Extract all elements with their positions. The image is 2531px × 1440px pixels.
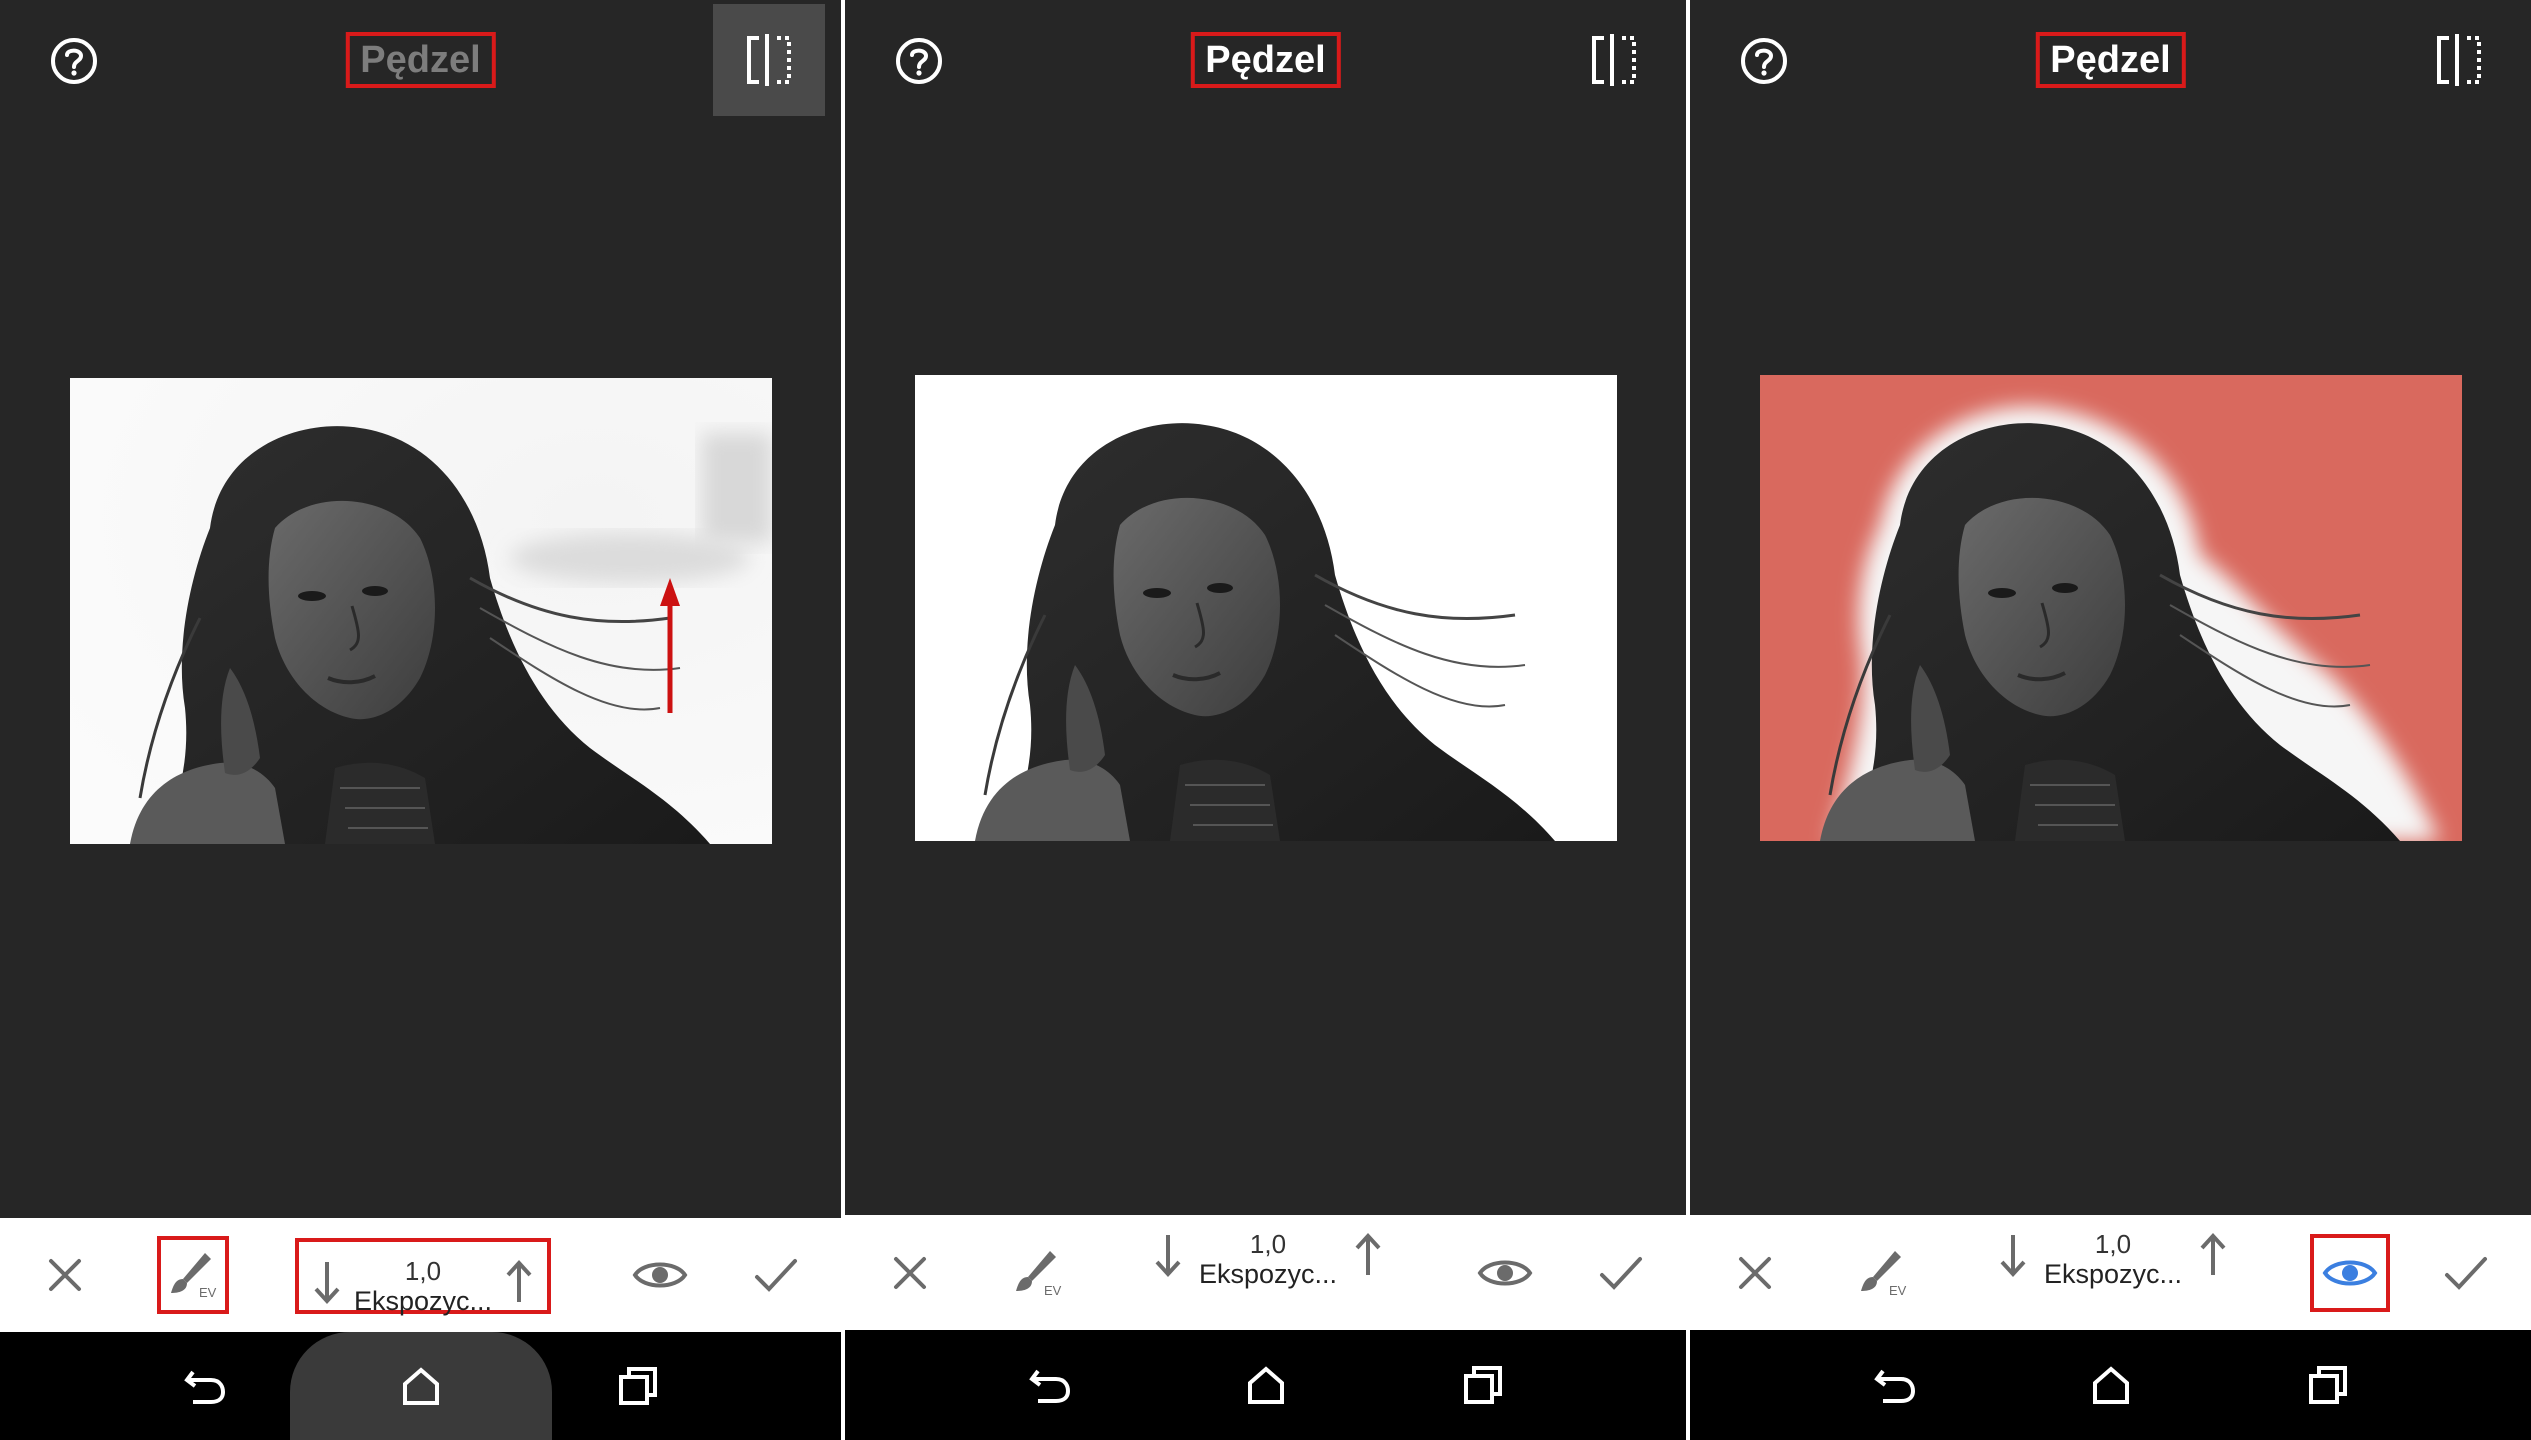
brush-effect-button[interactable]: EV [1847, 1215, 1919, 1330]
close-icon [49, 1259, 81, 1291]
arrow-up-icon[interactable] [1354, 1233, 1382, 1277]
home-icon [1248, 1366, 1284, 1404]
nav-back-button[interactable] [1015, 1330, 1085, 1440]
back-icon [1029, 1369, 1071, 1403]
edited-photo[interactable] [70, 378, 772, 844]
system-nav-bar [845, 1330, 1686, 1440]
title-highlight-box: Pędzel [2035, 32, 2186, 88]
home-icon [2093, 1366, 2129, 1404]
top-bar: Pędzel [845, 0, 1686, 118]
brush-effect-button[interactable]: EV [157, 1236, 229, 1314]
nav-home-button[interactable] [290, 1332, 552, 1440]
title-highlight-box: Pędzel [1190, 32, 1341, 88]
check-icon [2445, 1256, 2487, 1290]
recent-apps-icon [1464, 1366, 1502, 1404]
bottom-toolbar: EV 1,0 Ekspozyc... [0, 1218, 841, 1332]
bottom-toolbar: EV 1,0 Ekspozyc... [1690, 1215, 2531, 1330]
nav-home-button[interactable] [1135, 1330, 1397, 1440]
back-icon [184, 1370, 226, 1404]
top-bar: Pędzel [1690, 0, 2531, 118]
screen-3: Pędzel EV 1,0 Ekspozyc... [1690, 0, 2531, 1440]
show-mask-button[interactable] [1465, 1215, 1545, 1330]
screen-2: Pędzel EV 1,0 Ekspozyc... [845, 0, 1686, 1440]
nav-recent-apps-button[interactable] [2293, 1330, 2363, 1440]
show-mask-button-active[interactable] [2310, 1234, 2390, 1312]
check-icon [1600, 1256, 1642, 1290]
exposure-stepper[interactable]: 1,0 Ekspozyc... [295, 1238, 551, 1316]
compare-button[interactable] [1558, 4, 1670, 116]
cancel-button[interactable] [1720, 1215, 1790, 1330]
nav-recent-apps-button[interactable] [603, 1332, 673, 1440]
home-icon [403, 1367, 439, 1405]
show-mask-button[interactable] [620, 1218, 700, 1332]
help-button[interactable] [889, 31, 949, 91]
system-nav-bar [0, 1332, 841, 1440]
nav-recent-apps-button[interactable] [1448, 1330, 1518, 1440]
close-icon [1739, 1256, 1771, 1289]
nav-back-button[interactable] [1860, 1330, 1930, 1440]
close-icon [894, 1256, 926, 1289]
cancel-button[interactable] [30, 1218, 100, 1332]
help-button[interactable] [44, 31, 104, 91]
arrow-up-icon[interactable] [2199, 1233, 2227, 1277]
cancel-button[interactable] [875, 1215, 945, 1330]
compare-button[interactable] [2403, 4, 2515, 116]
svg-text:EV: EV [199, 1285, 217, 1300]
title-highlight-box: Pędzel [345, 32, 496, 88]
screen-1: Pędzel EV 1,0 Ekspozyc... [0, 0, 841, 1440]
exposure-stepper[interactable]: 1,0 Ekspozyc... [1985, 1215, 2241, 1330]
nav-back-button[interactable] [170, 1332, 240, 1440]
help-button[interactable] [1734, 31, 1794, 91]
recent-apps-icon [619, 1367, 657, 1405]
compare-button[interactable] [713, 4, 825, 116]
edited-photo-mask-view[interactable] [1760, 375, 2462, 841]
recent-apps-icon [2309, 1366, 2347, 1404]
page-title: Pędzel [2050, 38, 2171, 81]
apply-button[interactable] [1585, 1215, 1657, 1330]
bottom-toolbar: EV 1,0 Ekspozyc... [845, 1215, 1686, 1330]
edited-photo[interactable] [915, 375, 1617, 841]
exposure-stepper[interactable]: 1,0 Ekspozyc... [1140, 1215, 1396, 1330]
compare-icon [2437, 34, 2481, 86]
page-title: Pędzel [1205, 38, 1326, 81]
eye-icon [2322, 1260, 2378, 1286]
nav-home-button[interactable] [1980, 1330, 2242, 1440]
brush-effect-button[interactable]: EV [1002, 1215, 1074, 1330]
apply-button[interactable] [2430, 1215, 2502, 1330]
apply-button[interactable] [740, 1218, 812, 1332]
svg-text:EV: EV [1889, 1283, 1907, 1298]
compare-icon [1592, 34, 1636, 86]
page-title: Pędzel [360, 38, 481, 81]
system-nav-bar [1690, 1330, 2531, 1440]
eye-icon [632, 1262, 688, 1288]
top-bar: Pędzel [0, 0, 841, 118]
back-icon [1874, 1369, 1916, 1403]
compare-icon [747, 34, 791, 86]
arrow-up-icon[interactable] [505, 1260, 533, 1304]
brush-icon: EV [1861, 1250, 1907, 1298]
brush-icon: EV [1016, 1250, 1062, 1298]
brush-icon: EV [171, 1253, 217, 1300]
eye-icon [1477, 1260, 1533, 1285]
check-icon [755, 1259, 797, 1292]
help-icon [1741, 38, 1787, 84]
svg-text:EV: EV [1044, 1283, 1062, 1298]
help-icon [51, 38, 97, 84]
help-icon [896, 38, 942, 84]
